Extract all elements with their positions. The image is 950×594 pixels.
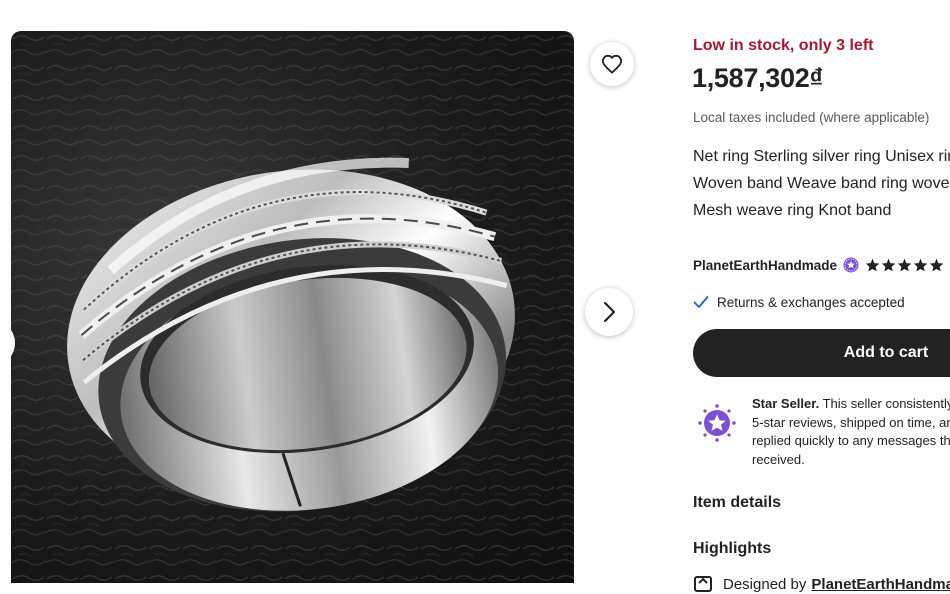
taxes-note: Local taxes included (where applicable) [693, 110, 930, 125]
heart-outline-icon [601, 54, 623, 74]
returns-policy: Returns & exchanges accepted [693, 292, 905, 312]
stock-status: Low in stock, only 3 left [693, 37, 874, 54]
checkmark-icon [693, 296, 709, 308]
star-icon [913, 258, 928, 272]
designed-by-shop-link[interactable]: PlanetEarthHandmade [811, 576, 950, 593]
star-seller-badge-icon [843, 257, 859, 273]
star-seller-text: Star Seller. This seller consistently ea… [752, 395, 950, 469]
item-details-toggle[interactable]: Item details [693, 494, 781, 512]
shop-name-link[interactable]: PlanetEarthHandmade [693, 258, 837, 273]
designer-icon [694, 576, 712, 592]
star-icon [897, 258, 912, 272]
next-image-button[interactable] [585, 288, 633, 336]
star-seller-info: Star Seller. This seller consistently ea… [693, 395, 950, 467]
add-to-cart-label: Add to cart [843, 344, 929, 361]
favorite-button[interactable] [590, 42, 634, 86]
add-to-cart-button[interactable]: Add to cart [693, 329, 950, 377]
star-icon [929, 258, 944, 272]
designed-by-row: Designed by PlanetEarthHandmade [693, 574, 950, 594]
listing-title: Net ring Sterling silver ring Unisex rin… [693, 148, 950, 219]
shop-rating-row: PlanetEarthHandmade [693, 255, 944, 275]
star-icon [881, 258, 896, 272]
silver-ring-image [11, 31, 574, 583]
star-seller-title: Star Seller. [752, 396, 820, 411]
rating-stars[interactable] [865, 258, 944, 272]
returns-text: Returns & exchanges accepted [717, 294, 905, 310]
chevron-right-icon [603, 301, 616, 323]
designed-by-label: Designed by [723, 575, 807, 593]
star-seller-badge-large-icon [695, 401, 739, 450]
listing-photo[interactable] [11, 31, 574, 583]
star-icon [865, 258, 880, 272]
highlights-heading: Highlights [693, 540, 772, 557]
price: 1,587,302₫ [692, 63, 823, 93]
